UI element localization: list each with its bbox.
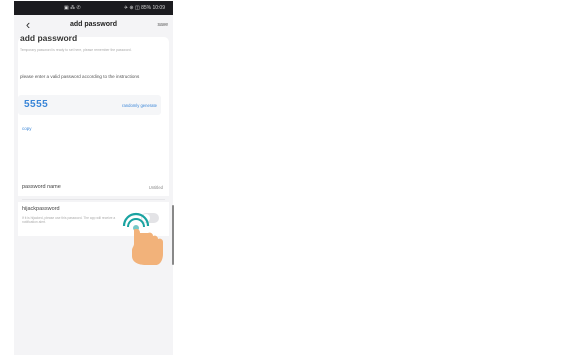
phone-screen: ▣ ⁂ ✆ ✈ ⊕ ◫ 85% 10:09 ‹ add password sav… [14, 1, 173, 355]
password-name-label: password name [22, 184, 61, 190]
back-icon[interactable]: ‹ [20, 17, 36, 33]
password-name-value[interactable]: Untitled [149, 185, 163, 190]
copy-button[interactable]: copy [22, 126, 32, 131]
status-right-info: ✈ ⊕ ◫ 85% 10:09 [123, 5, 165, 11]
hijack-password-title: hijackpassword [22, 206, 60, 212]
instruction-text: please enter a valid password according … [20, 74, 140, 79]
status-left-icons: ▣ ⁂ ✆ [64, 5, 81, 11]
status-bar: ▣ ⁂ ✆ ✈ ⊕ ◫ 85% 10:09 [14, 1, 173, 15]
page-title: add password [69, 21, 118, 28]
tap-gesture-icon [122, 212, 163, 265]
form-heading: add password [20, 33, 78, 43]
form-hint-text: Temporary password is ready to set here,… [20, 48, 132, 52]
password-field-row[interactable]: 5555 randomly generate [18, 95, 161, 115]
save-button[interactable]: save [157, 22, 168, 28]
scrollbar[interactable] [172, 205, 174, 265]
divider [22, 199, 165, 200]
password-value[interactable]: 5555 [24, 99, 48, 110]
randomly-generate-button[interactable]: randomly generate [122, 103, 157, 108]
hijack-password-description: If it is hijacked, please use this passw… [22, 216, 116, 225]
password-name-row[interactable]: password name Untitled [18, 178, 169, 196]
